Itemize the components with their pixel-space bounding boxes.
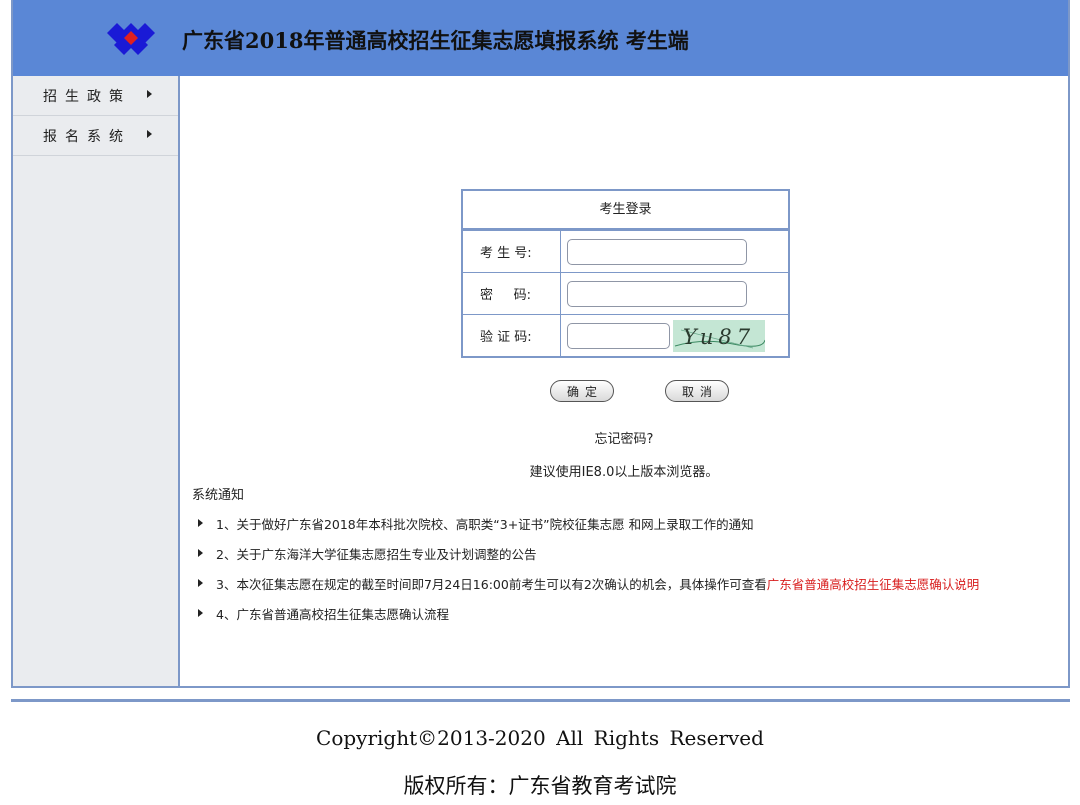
password-label: 密 码: [463, 273, 561, 314]
caret-right-icon [147, 130, 152, 138]
copyright-text: Copyright©2013-2020 All Rights Reserved [316, 726, 764, 750]
sidebar: 招生政策 报名系统 [13, 76, 180, 686]
sidebar-item-label: 招生政策 [43, 88, 131, 105]
login-row-captcha: 验 证 码: Yu87 [463, 314, 788, 356]
cancel-button[interactable]: 取消 [665, 380, 729, 402]
exam-number-input[interactable] [567, 238, 747, 265]
notice-link[interactable]: 4、广东省普通高校招生征集志愿确认流程 [216, 604, 449, 623]
list-item: 2、关于广东海洋大学征集志愿招生专业及计划调整的公告 [198, 538, 979, 568]
login-row-exam-number: 考 生 号: [463, 230, 788, 272]
captcha-label: 验 证 码: [463, 315, 561, 356]
notice-section-title: 系统通知 [192, 488, 245, 503]
list-item: 1、关于做好广东省2018年本科批次院校、高职类“3+证书”院校征集志愿 和网上… [198, 508, 979, 538]
diamond-cluster-logo-icon [107, 23, 155, 55]
footer-divider [11, 699, 1070, 702]
bullet-arrow-icon [198, 549, 203, 557]
page-frame: 广东省2018年普通高校招生征集志愿填报系统 考生端 招生政策 报名系统 考生登… [11, 0, 1070, 688]
confirmation-guide-link[interactable]: 广东省普通高校招生征集志愿确认说明 [767, 574, 980, 593]
bullet-arrow-icon [198, 519, 203, 527]
owner-text: 版权所有：广东省教育考试院 [403, 774, 677, 798]
confirm-button[interactable]: 确定 [550, 380, 614, 402]
site-title: 广东省2018年普通高校招生征集志愿填报系统 考生端 [182, 28, 689, 53]
exam-number-label: 考 生 号: [463, 231, 561, 272]
sidebar-item-admission-policy[interactable]: 招生政策 [13, 76, 178, 116]
browser-recommendation: 建议使用IE8.0以上版本浏览器。 [529, 465, 719, 480]
captcha-text: Yu87 [683, 325, 755, 349]
password-input[interactable] [567, 280, 747, 307]
sidebar-item-registration-system[interactable]: 报名系统 [13, 116, 178, 156]
bullet-arrow-icon [198, 579, 203, 587]
forgot-password-link[interactable]: 忘记密码? [180, 428, 1068, 447]
captcha-image[interactable]: Yu87 [673, 319, 765, 352]
login-title: 考生登录 [463, 191, 788, 230]
list-item: 3、本次征集志愿在规定的截至时间即7月24日16:00前考生可以有2次确认的机会… [198, 568, 979, 598]
login-panel: 考生登录 考 生 号: 密 码: 验 证 码: Yu87 [461, 189, 790, 358]
captcha-input[interactable] [567, 322, 670, 349]
main-content: 考生登录 考 生 号: 密 码: 验 证 码: Yu87 确定 取消 忘记密码?… [180, 76, 1068, 686]
bullet-arrow-icon [198, 609, 203, 617]
notice-list: 1、关于做好广东省2018年本科批次院校、高职类“3+证书”院校征集志愿 和网上… [198, 508, 979, 628]
sidebar-item-label: 报名系统 [43, 128, 131, 145]
caret-right-icon [147, 90, 152, 98]
notice-link[interactable]: 2、关于广东海洋大学征集志愿招生专业及计划调整的公告 [216, 544, 536, 563]
login-row-password: 密 码: [463, 272, 788, 314]
header-banner: 广东省2018年普通高校招生征集志愿填报系统 考生端 [13, 0, 1068, 76]
notice-link[interactable]: 3、本次征集志愿在规定的截至时间即7月24日16:00前考生可以有2次确认的机会… [216, 574, 767, 593]
list-item: 4、广东省普通高校招生征集志愿确认流程 [198, 598, 979, 628]
notice-link[interactable]: 1、关于做好广东省2018年本科批次院校、高职类“3+证书”院校征集志愿 和网上… [216, 514, 754, 533]
